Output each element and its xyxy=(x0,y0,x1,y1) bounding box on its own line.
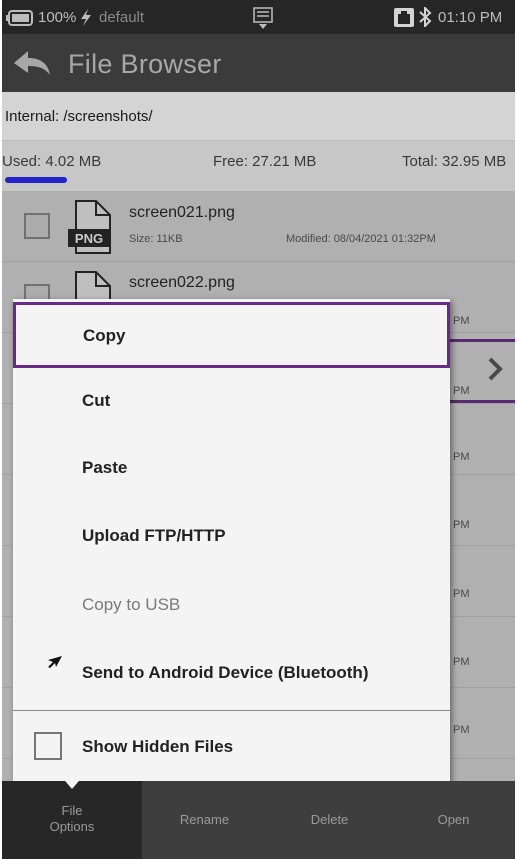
storage-info: Used: 4.02 MB Free: 27.21 MB Total: 32.9… xyxy=(2,141,515,191)
delete-label: Delete xyxy=(310,812,349,827)
menu-item-copy[interactable]: Copy xyxy=(13,302,450,368)
menu-item-label: Cut xyxy=(82,391,111,410)
current-path: Internal: /screenshots/ xyxy=(5,108,153,125)
clock: 01:10 PM xyxy=(438,9,503,26)
menu-item-label: Upload FTP/HTTP xyxy=(82,526,226,545)
menu-item-cut[interactable]: Cut xyxy=(13,369,450,435)
file-options-label-line2: Options xyxy=(49,819,95,834)
menu-item-send-bluetooth[interactable]: Send to Android Device (Bluetooth) xyxy=(13,641,450,707)
network-icon xyxy=(394,8,414,27)
storage-usage-fill xyxy=(5,177,67,183)
title-bar: File Browser xyxy=(2,34,515,92)
bluetooth-icon xyxy=(419,7,432,27)
menu-pointer-arrow xyxy=(60,775,84,789)
rename-label: Rename xyxy=(179,812,230,827)
menu-item-label: Copy xyxy=(83,326,126,345)
bottom-toolbar: File Options Rename Delete Open xyxy=(2,781,515,859)
charging-bolt-icon xyxy=(81,9,91,26)
screen: 100% default 01:10 PM File Browser Inter… xyxy=(2,0,515,859)
menu-item-label: Copy to USB xyxy=(82,595,181,614)
menu-item-copy-to-usb[interactable]: Copy to USB xyxy=(13,573,450,639)
file-options-label-line1: File xyxy=(61,803,83,818)
mouse-pointer-icon xyxy=(48,656,62,668)
battery-icon xyxy=(6,10,33,26)
file-options-menu: Copy Cut Paste Upload FTP/HTTP Copy to U… xyxy=(13,299,450,784)
show-hidden-files-checkbox[interactable] xyxy=(34,732,62,760)
back-arrow-icon[interactable] xyxy=(12,49,52,77)
profile-label: default xyxy=(99,9,145,26)
menu-divider xyxy=(13,710,450,711)
menu-item-label: Paste xyxy=(82,458,128,477)
rename-button[interactable]: Rename xyxy=(142,781,267,859)
path-bar: Internal: /screenshots/ xyxy=(2,92,515,141)
page-title: File Browser xyxy=(68,49,222,79)
storage-used: Used: 4.02 MB xyxy=(2,153,102,170)
menu-item-label: Send to Android Device (Bluetooth) xyxy=(82,663,369,682)
status-bar: 100% default 01:10 PM xyxy=(2,0,515,34)
file-options-button[interactable]: File Options xyxy=(2,781,142,859)
delete-button[interactable]: Delete xyxy=(267,781,392,859)
storage-total: Total: 32.95 MB xyxy=(402,153,507,170)
notification-tray-icon[interactable] xyxy=(252,6,274,30)
menu-item-paste[interactable]: Paste xyxy=(13,436,450,502)
show-hidden-files-label[interactable]: Show Hidden Files xyxy=(82,737,233,757)
storage-free: Free: 27.21 MB xyxy=(213,153,317,170)
open-label: Open xyxy=(437,812,470,827)
menu-item-upload-ftp-http[interactable]: Upload FTP/HTTP xyxy=(13,504,450,570)
battery-percent: 100% xyxy=(38,9,77,26)
storage-usage-bar xyxy=(5,177,515,183)
open-button[interactable]: Open xyxy=(392,781,515,859)
